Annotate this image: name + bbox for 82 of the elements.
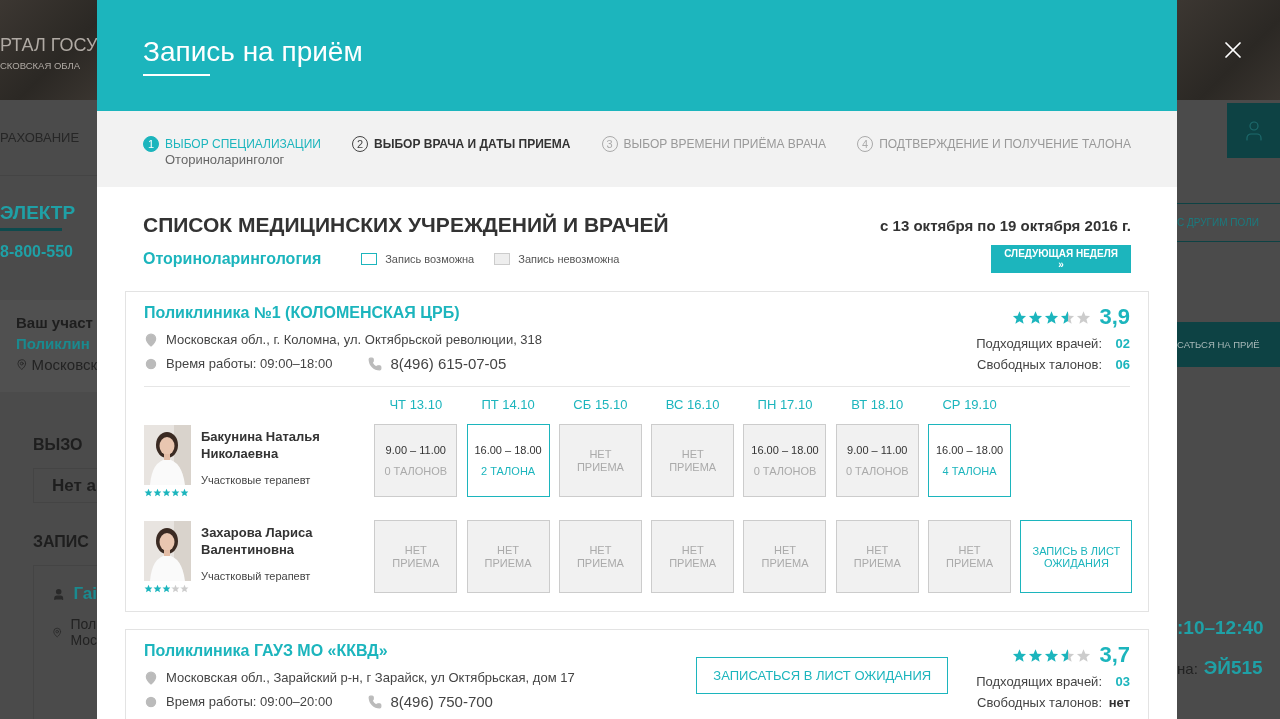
step-label[interactable]: ВЫБОР ВРЕМЕНИ ПРИЁМА ВРАЧА — [623, 136, 827, 152]
next-week-button[interactable]: СЛЕДУЮЩАЯ НЕДЕЛЯ » — [991, 245, 1131, 273]
slot-time: 9.00 – 11.00 — [847, 444, 908, 456]
portal-subtitle: СКОВСКАЯ ОБЛА — [0, 59, 82, 71]
phone-icon — [368, 356, 383, 371]
slot-text: НЕТ ПРИЕМА — [391, 543, 441, 570]
step-value: Оториноларинголог — [165, 152, 286, 167]
legend-swatch — [361, 253, 378, 265]
pin-icon — [16, 357, 28, 372]
ticket-number: ЭЙ515 — [1203, 657, 1263, 679]
slot-tickets: 0 ТАЛОНОВ — [845, 465, 909, 477]
pin-icon — [144, 332, 158, 347]
day-heading: ПТ 14.10 — [480, 397, 536, 412]
book-button[interactable]: САТЬСЯ НА ПРИЁ — [1177, 322, 1280, 367]
slot-text: НЕТ ПРИЕМА — [852, 543, 902, 570]
slot-time: 16.00 – 18.00 — [474, 444, 542, 456]
slot-text: НЕТ ПРИЕМА — [575, 543, 625, 570]
day-heading: ПН 17.10 — [756, 397, 814, 412]
step-label[interactable]: ВЫБОР ВРАЧА И ДАТЫ ПРИЕМА — [374, 136, 571, 152]
appointment-doctor[interactable]: Гаі — [73, 584, 97, 605]
stat-value: 03 — [1114, 674, 1130, 689]
stat-value: 02 — [1114, 336, 1130, 351]
slot-tickets: 0 ТАЛОНОВ — [753, 465, 817, 477]
slot-text: НЕТ ПРИЕМА — [668, 543, 718, 570]
step-label[interactable]: ВЫБОР СПЕЦИАЛИЗАЦИИ — [165, 136, 321, 152]
slot-text: НЕТ ПРИЕМА — [760, 543, 810, 570]
phone-icon — [368, 694, 383, 709]
stat-label: Подходящих врачей: — [976, 674, 1102, 689]
legend-swatch — [494, 253, 511, 265]
specialty-name: Оториноларингология — [143, 250, 322, 268]
legend-label: Запись возможна — [385, 253, 475, 265]
slot-time: 16.00 – 18.00 — [935, 444, 1004, 456]
waitlist-button[interactable]: ЗАПИСЬ В ЛИСТ ОЖИДАНИЯ — [1020, 520, 1133, 593]
date-range: с 13 октября по 19 октября 2016 г. — [880, 216, 1131, 234]
stat-label: Подходящих врачей: — [976, 336, 1102, 351]
user-icon — [52, 586, 66, 602]
slot-text: НЕТ ПРИЕМА — [575, 447, 625, 474]
day-heading: ВТ 18.10 — [850, 397, 905, 412]
section-title: ЭЛЕКТР — [0, 202, 77, 224]
portal-title: РТАЛ ГОСУ — [0, 33, 97, 57]
dialog-title: Запись на приём — [143, 35, 364, 68]
time-slot[interactable]: 16.00 – 18.00 4 ТАЛОНА — [928, 424, 1012, 497]
district-clinic[interactable]: Поликлин — [16, 335, 97, 352]
clinic-hours: Время работы: 09:00–18:00 — [166, 356, 333, 371]
slot-time: 9.00 – 11.00 — [385, 444, 446, 456]
clinic-phone: 8(496) 615-07-05 — [390, 355, 507, 372]
slot-text: НЕТ ПРИЕМА — [945, 543, 995, 570]
waitlist-button[interactable]: ЗАПИСАТЬСЯ В ЛИСТ ОЖИДАНИЯ — [696, 656, 949, 694]
legend-label: Запись невозможна — [518, 253, 620, 265]
pin-icon — [144, 670, 158, 685]
day-heading: СБ 15.10 — [572, 397, 629, 412]
rating-value: 3,9 — [1099, 304, 1130, 330]
doctor-name[interactable]: Захарова Лариса Валентиновна — [201, 523, 331, 558]
stat-value: 06 — [1114, 357, 1130, 372]
clinic-name[interactable]: Поликлиника ГАУЗ МО «ККВД» — [144, 640, 575, 662]
appointment-time: :10–12:40 — [1177, 617, 1265, 639]
time-slot[interactable]: 16.00 – 18.00 2 ТАЛОНА — [466, 424, 550, 497]
clinic-hours: Время работы: 09:00–20:00 — [166, 694, 333, 709]
clinic-name[interactable]: Поликлиника №1 (КОЛОМЕНСКАЯ ЦРБ) — [144, 302, 543, 324]
step-number[interactable]: 1 — [143, 136, 159, 152]
slot-tickets: 4 ТАЛОНА — [942, 465, 997, 477]
stat-label: Свободных талонов: — [977, 357, 1102, 372]
stat-label: Свободных талонов: — [977, 695, 1102, 710]
phone-number: 8-800-550 — [0, 243, 74, 261]
slot-text: НЕТ ПРИЕМА — [483, 543, 533, 570]
day-heading: СР 19.10 — [941, 397, 998, 412]
step-label[interactable]: ПОДТВЕРЖДЕНИЕ И ПОЛУЧЕНИЕ ТАЛОНА — [879, 136, 1131, 152]
rating-value: 3,7 — [1099, 642, 1130, 668]
doctor-role: Участковый терапевт — [201, 569, 312, 582]
slot-tickets: 0 ТАЛОНОВ — [384, 465, 448, 477]
clinic-address: Московская обл., г. Коломна, ул. Октябрьской революции, 318 — [166, 332, 543, 347]
clinic-address: Московская обл., Зарайский р-н, г Зарайск, ул Октябрьская, дом 17 — [166, 670, 575, 685]
doctor-role: Участковые терапевт — [201, 473, 312, 486]
stat-value: нет — [1108, 695, 1130, 710]
slot-tickets: 2 ТАЛОНА — [481, 465, 536, 477]
slot-time: 16.00 – 18.00 — [751, 444, 819, 456]
slot-text: НЕТ ПРИЕМА — [668, 447, 718, 474]
day-heading: ВС 16.10 — [664, 397, 721, 412]
doctor-name[interactable]: Бакунина Наталья Николаевна — [201, 427, 331, 462]
clinic-phone: 8(496) 750-700 — [390, 693, 493, 710]
list-title: СПИСОК МЕДИЦИНСКИХ УЧРЕЖДЕНИЙ И ВРАЧЕЙ — [143, 213, 669, 237]
day-heading: ЧТ 13.10 — [388, 397, 444, 412]
